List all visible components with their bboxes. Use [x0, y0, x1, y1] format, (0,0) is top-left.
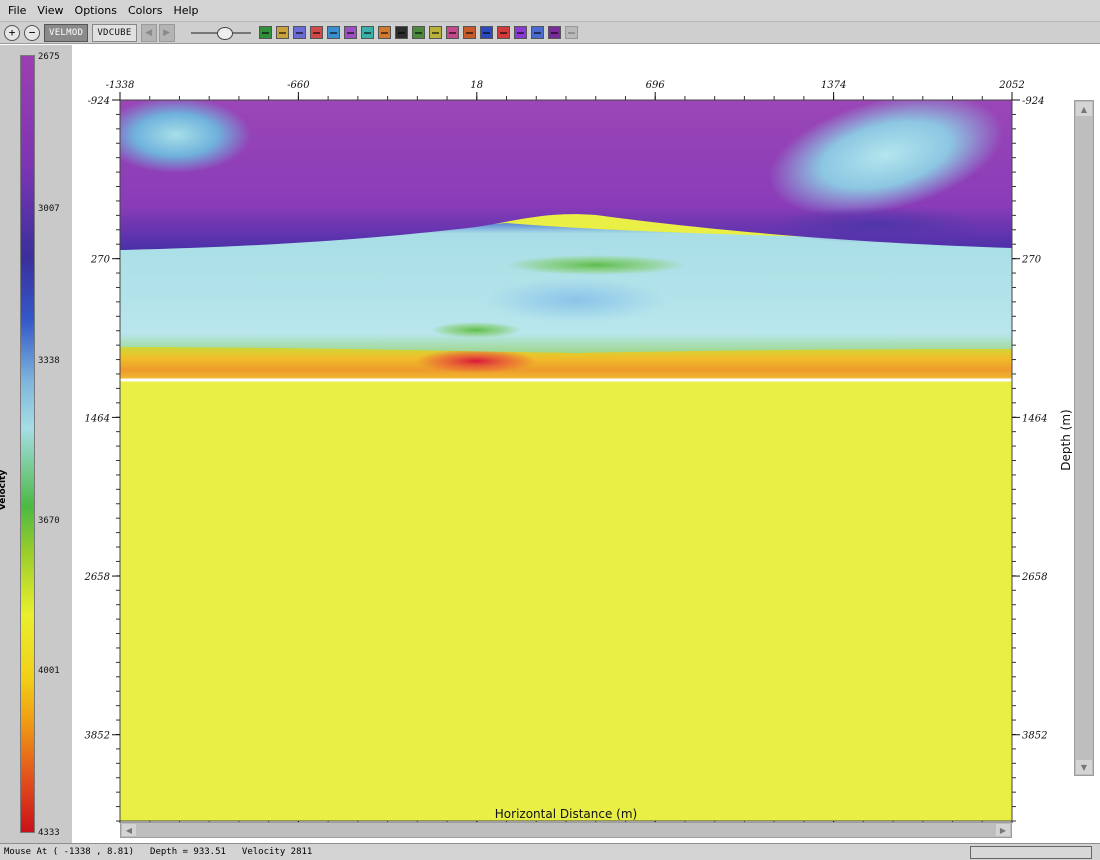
velmod-button[interactable]: VELMOD: [44, 23, 89, 42]
tool-icon[interactable]: [309, 26, 323, 39]
scroll-right-icon[interactable]: ▶: [996, 824, 1010, 836]
x-tick-label: 696: [646, 80, 666, 91]
colorbar-tick: 3670: [38, 516, 60, 526]
tool-icon[interactable]: [445, 26, 459, 39]
green-anomaly: [431, 322, 521, 338]
heatmap-field: [119, 99, 1013, 822]
y-tick-label: -924: [88, 96, 110, 107]
tool-icon[interactable]: [462, 26, 476, 39]
zoom-in-icon[interactable]: +: [4, 24, 20, 41]
tool-icon[interactable]: [547, 26, 561, 39]
vertical-scrollbar[interactable]: ▲ ▼: [1074, 100, 1094, 776]
x-tick-label: 18: [470, 80, 483, 91]
y-tick-label: 2658: [1021, 572, 1047, 583]
y-tick-label: 1464: [1022, 413, 1047, 424]
blue-anomaly: [120, 100, 251, 173]
tool-icon[interactable]: [258, 26, 272, 39]
y-tick-label: 3852: [85, 731, 110, 742]
tool-icon[interactable]: [394, 26, 408, 39]
tool-icon[interactable]: [411, 26, 425, 39]
tool-icon[interactable]: [343, 26, 357, 39]
y-tick-label: 1464: [85, 413, 110, 424]
depth-readout: Depth = 933.51: [150, 847, 226, 857]
vdcube-button[interactable]: VDCUBE: [92, 23, 137, 42]
y-tick-label: 3852: [1022, 731, 1047, 742]
tool-icon[interactable]: [292, 26, 306, 39]
y-tick-label: -924: [1022, 96, 1044, 107]
colorbar-panel: 2675 3007 3338 3670 4001 4333 Velocity: [0, 45, 72, 843]
tool-icon[interactable]: [564, 26, 578, 39]
mouse-position-readout: Mouse At ( -1338 , 8.81): [4, 847, 135, 857]
colorbar-tick: 3338: [38, 356, 60, 366]
tool-icon[interactable]: [513, 26, 527, 39]
green-anomaly: [506, 255, 686, 275]
tool-button-group: [258, 26, 582, 39]
tool-icon[interactable]: [377, 26, 391, 39]
tool-icon[interactable]: [360, 26, 374, 39]
red-anomaly: [416, 349, 536, 373]
menu-view[interactable]: View: [37, 4, 63, 17]
scroll-up-icon[interactable]: ▲: [1076, 102, 1092, 116]
tool-icon[interactable]: [496, 26, 510, 39]
blue-anomaly: [486, 278, 666, 322]
tool-icon[interactable]: [275, 26, 289, 39]
x-tick-label: 1374: [821, 80, 846, 91]
prev-arrow-icon[interactable]: ◀: [140, 23, 157, 42]
colorbar-gradient: [20, 55, 35, 833]
colorbar-title: Velocity: [0, 469, 9, 511]
menu-bar: File View Options Colors Help: [0, 0, 1100, 22]
dark-anomaly: [766, 207, 986, 243]
menu-help[interactable]: Help: [173, 4, 198, 17]
tool-icon[interactable]: [530, 26, 544, 39]
colorbar-tick: 2675: [38, 52, 60, 62]
menu-options[interactable]: Options: [75, 4, 117, 17]
status-bar: Mouse At ( -1338 , 8.81) Depth = 933.51 …: [0, 843, 1100, 860]
x-axis-title: Horizontal Distance (m): [495, 807, 637, 821]
slider-thumb[interactable]: [216, 26, 233, 40]
velocity-plot[interactable]: -1338-1338-660-6601818696696137413742052…: [76, 45, 1072, 823]
tool-icon[interactable]: [479, 26, 493, 39]
scroll-down-icon[interactable]: ▼: [1076, 760, 1092, 774]
horizontal-scrollbar[interactable]: ◀ ▶: [120, 822, 1012, 838]
colorbar-tick: 3007: [38, 204, 60, 214]
colorbar-tick: 4001: [38, 666, 60, 676]
menu-file[interactable]: File: [8, 4, 26, 17]
zoom-out-icon[interactable]: −: [24, 24, 40, 41]
x-tick-label: -660: [287, 80, 310, 91]
x-tick-label: 2052: [998, 80, 1024, 91]
zoom-slider[interactable]: [190, 25, 251, 41]
tool-icon[interactable]: [326, 26, 340, 39]
tool-icon[interactable]: [428, 26, 442, 39]
scroll-left-icon[interactable]: ◀: [122, 824, 136, 836]
y-tick-label: 2658: [84, 572, 110, 583]
toolbar: + − VELMOD VDCUBE ◀ ▶: [0, 22, 1100, 44]
y-tick-label: 270: [1021, 255, 1042, 266]
menu-colors[interactable]: Colors: [128, 4, 162, 17]
next-arrow-icon[interactable]: ▶: [158, 23, 175, 42]
progress-box: [970, 846, 1092, 859]
velocity-readout: Velocity 2811: [241, 847, 313, 857]
colorbar-tick: 4333: [38, 828, 60, 838]
y-tick-label: 270: [90, 255, 111, 266]
y-axis-title: Depth (m): [1059, 409, 1072, 470]
x-tick-label: -1338: [106, 80, 135, 91]
